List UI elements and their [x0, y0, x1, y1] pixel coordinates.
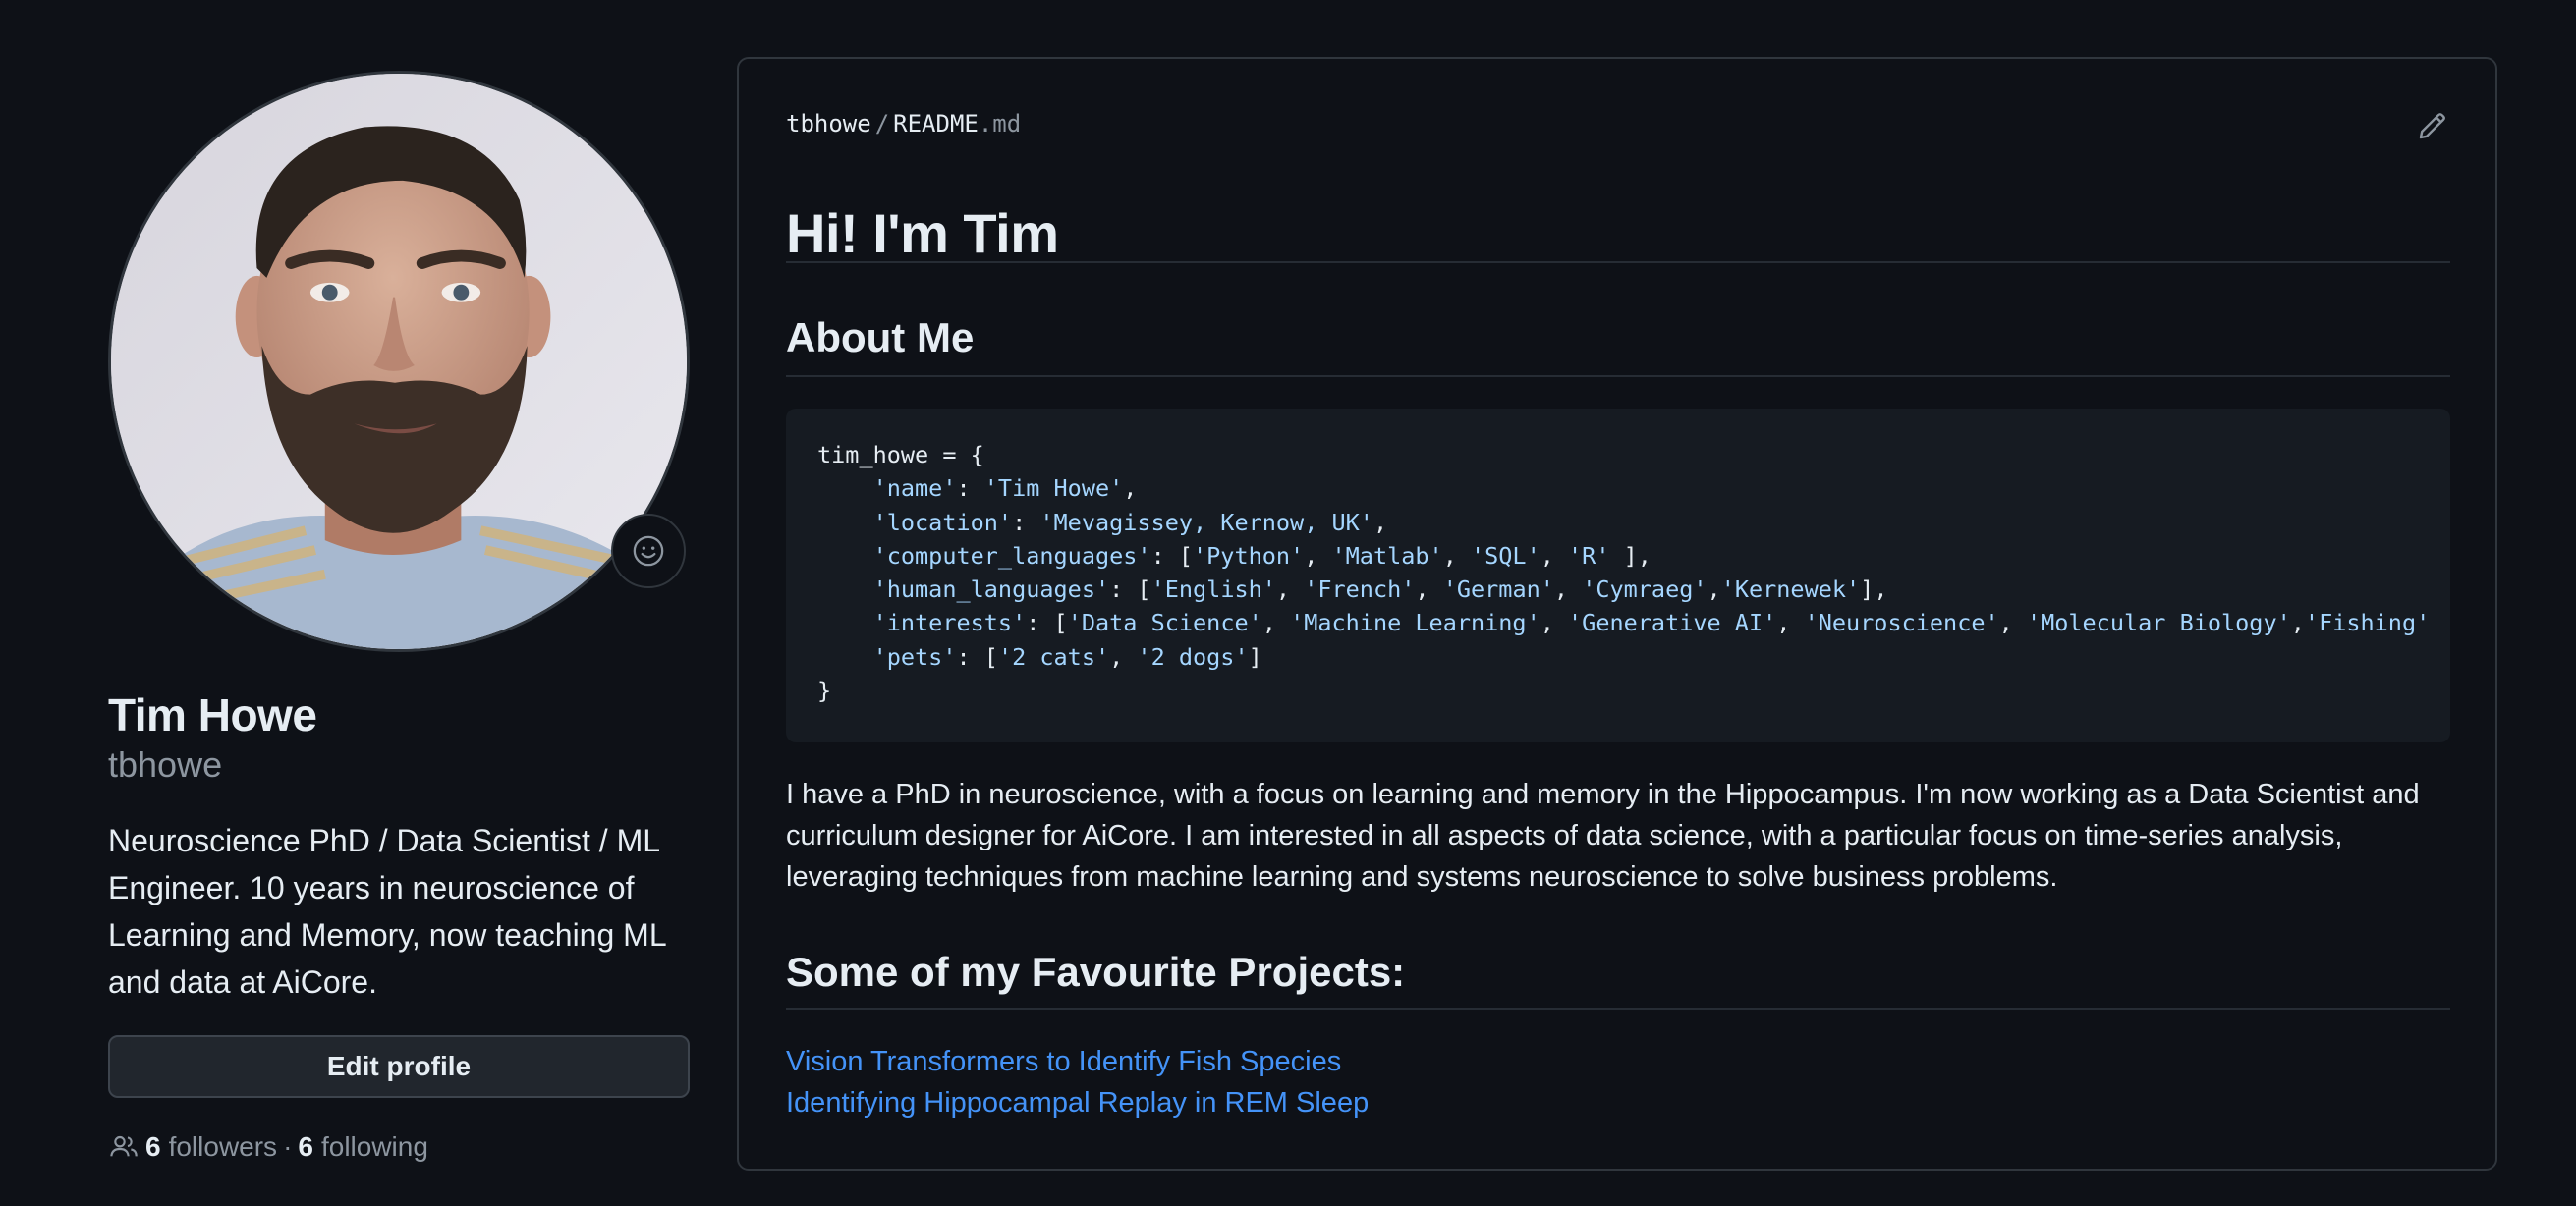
- code-string: 'Python': [1193, 541, 1305, 570]
- following-count: 6: [298, 1131, 313, 1162]
- avatar[interactable]: [108, 71, 690, 652]
- set-status-button[interactable]: [611, 514, 686, 588]
- pencil-icon[interactable]: [2415, 108, 2450, 143]
- smiley-icon: [633, 535, 664, 567]
- code-string: 'Matlab': [1331, 541, 1443, 570]
- profile-sidebar: Tim Howe tbhowe Neuroscience PhD / Data …: [108, 71, 690, 1163]
- code-string: 'Machine Learning': [1290, 609, 1540, 637]
- code-key: 'pets': [872, 642, 957, 671]
- code-string: 'Mevagissey, Kernow, UK': [1039, 508, 1373, 536]
- followers-label: followers: [168, 1131, 278, 1162]
- code-string: 'R': [1568, 541, 1610, 570]
- about-heading: About Me: [786, 314, 975, 360]
- profile-login: tbhowe: [108, 744, 223, 785]
- following-link[interactable]: 6 following: [298, 1131, 428, 1163]
- code-key: 'human_languages': [872, 576, 1110, 604]
- readme-card: tbhowe / README.md Hi! I'm Tim About Me ti…: [737, 57, 2497, 1171]
- code-string: 'French': [1304, 576, 1416, 604]
- code-string: 'SQL': [1470, 541, 1540, 570]
- code-string: 'Kernewek': [1720, 576, 1861, 604]
- code-line-open: tim_howe = {: [817, 441, 984, 468]
- profile-bio: Neuroscience PhD / Data Scientist / ML E…: [108, 823, 666, 1000]
- breadcrumb-file[interactable]: README: [893, 110, 979, 137]
- profile-name: Tim Howe: [108, 689, 317, 740]
- intro-paragraph: I have a PhD in neuroscience, with a foc…: [786, 779, 2420, 893]
- code-string: 'Cymraeg': [1582, 576, 1708, 604]
- code-key: 'name': [872, 474, 957, 503]
- follow-stats: 6 followers · 6 following: [108, 1131, 690, 1163]
- people-icon: [110, 1135, 138, 1157]
- code-key: 'interests': [872, 609, 1027, 637]
- avatar-container: [108, 71, 690, 652]
- code-string: 'Neuroscience': [1804, 609, 1999, 637]
- readme-breadcrumb: tbhowe / README.md: [786, 110, 1021, 137]
- followers-count: 6: [145, 1131, 161, 1162]
- code-string: 'German': [1442, 576, 1554, 604]
- code-string: 'Tim Howe': [983, 474, 1124, 503]
- code-string: 'Generative AI': [1568, 609, 1777, 637]
- following-label: following: [320, 1131, 428, 1162]
- readme-title: Hi! I'm Tim: [786, 202, 1059, 264]
- profile-page: Tim Howe tbhowe Neuroscience PhD / Data …: [0, 0, 2576, 1206]
- breadcrumb-extension: .md: [978, 110, 1022, 137]
- breadcrumb-owner[interactable]: tbhowe: [786, 110, 871, 137]
- code-string: 'English': [1150, 576, 1276, 604]
- title-divider: [786, 261, 2450, 263]
- about-divider: [786, 375, 2450, 377]
- code-string: 'Molecular Biology': [2026, 609, 2291, 637]
- projects-divider: [786, 1008, 2450, 1010]
- code-string: '2 cats': [997, 642, 1110, 671]
- followers-link[interactable]: 6 followers: [145, 1131, 277, 1163]
- avatar-photo: [111, 74, 687, 649]
- projects-heading: Some of my Favourite Projects:: [786, 949, 1406, 995]
- project-link-replay[interactable]: Identifying Hippocampal Replay in REM Sl…: [786, 1082, 2450, 1124]
- edit-profile-button[interactable]: Edit profile: [108, 1035, 690, 1098]
- code-string: '2 dogs': [1137, 642, 1249, 671]
- code-string: 'Fishing': [2304, 609, 2431, 637]
- code-key: 'location': [872, 508, 1013, 536]
- code-string: 'Data Science': [1067, 609, 1262, 637]
- project-link-fish[interactable]: Vision Transformers to Identify Fish Spe…: [786, 1041, 2450, 1082]
- code-key: 'computer_languages': [872, 541, 1151, 570]
- code-line-close: }: [817, 677, 832, 705]
- code-block: tim_howe = { 'name': 'Tim Howe', 'locati…: [786, 409, 2450, 742]
- project-links: Vision Transformers to Identify Fish Spe…: [786, 1041, 2450, 1124]
- follow-separator: ·: [283, 1131, 293, 1162]
- breadcrumb-separator: /: [874, 110, 890, 137]
